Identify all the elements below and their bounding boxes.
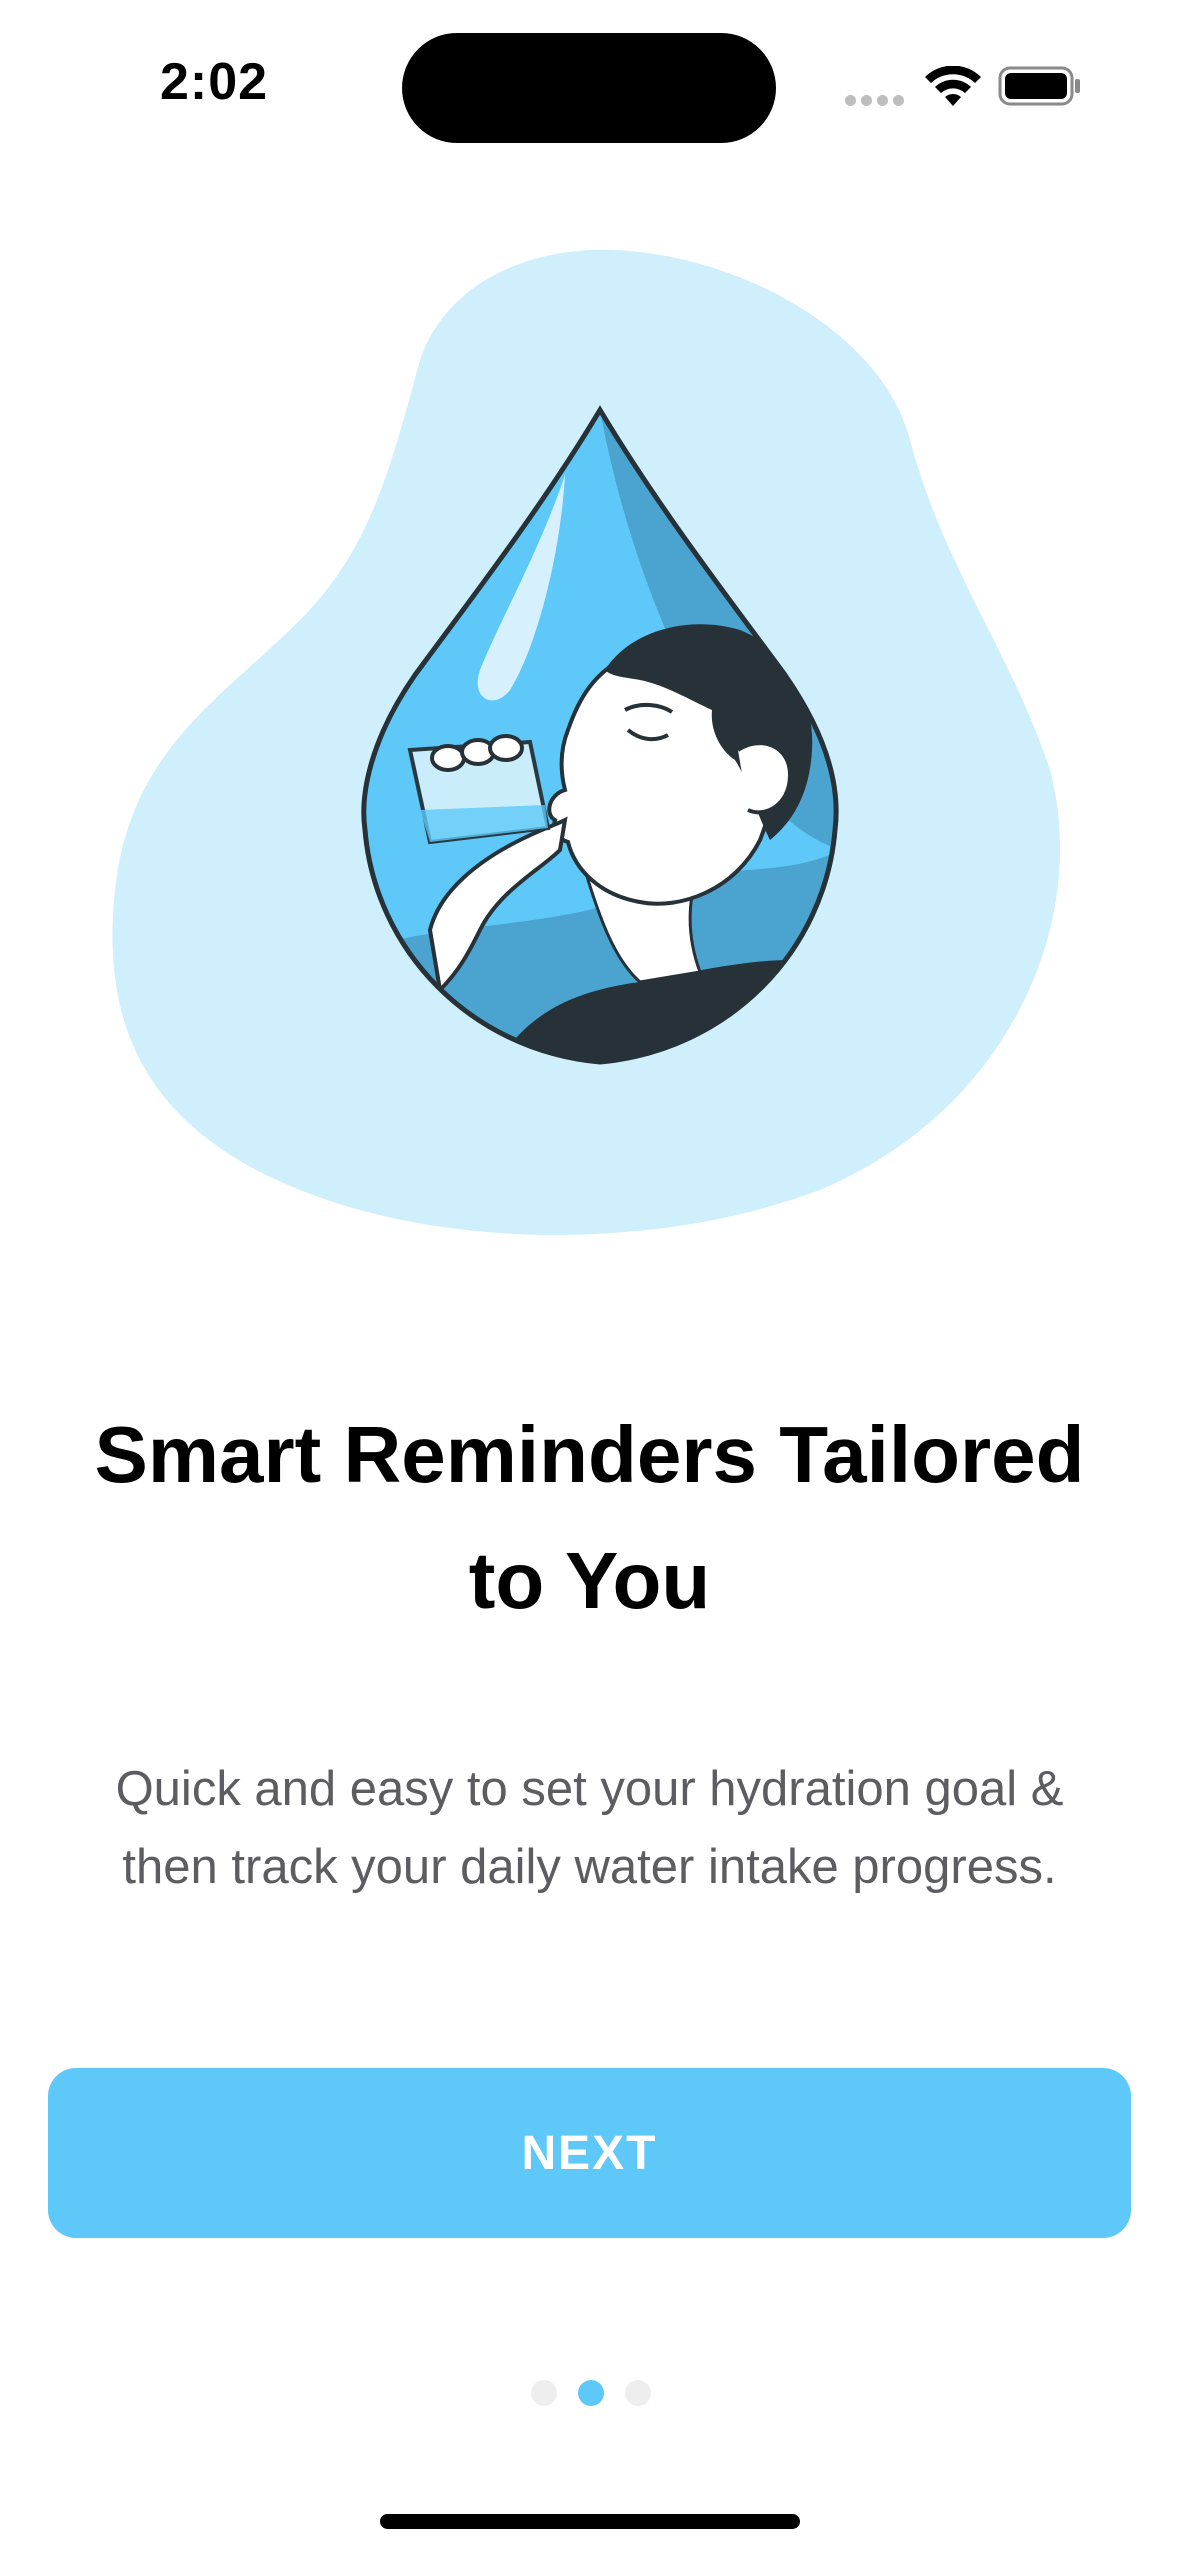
- cellular-signal-icon: [845, 95, 905, 107]
- page-indicator: [0, 2380, 1179, 2410]
- page-dot-1[interactable]: [531, 2380, 557, 2406]
- battery-icon: [998, 66, 1080, 106]
- status-bar: 2:02: [0, 0, 1179, 150]
- onboarding-title: Smart Reminders Tailored to You: [94, 1410, 1085, 1625]
- status-time: 2:02: [160, 53, 269, 111]
- wifi-icon: [925, 66, 981, 106]
- hero-illustration: [112, 249, 1061, 1235]
- onboarding-description: Quick and easy to set your hydration goa…: [115, 1762, 1064, 1894]
- page-dot-3[interactable]: [625, 2380, 651, 2406]
- page-dot-2-active[interactable]: [578, 2380, 604, 2406]
- next-button-label: NEXT: [521, 2126, 658, 2180]
- next-button[interactable]: NEXT: [48, 2068, 1131, 2238]
- dynamic-island: [402, 33, 776, 143]
- home-indicator[interactable]: [380, 2514, 800, 2529]
